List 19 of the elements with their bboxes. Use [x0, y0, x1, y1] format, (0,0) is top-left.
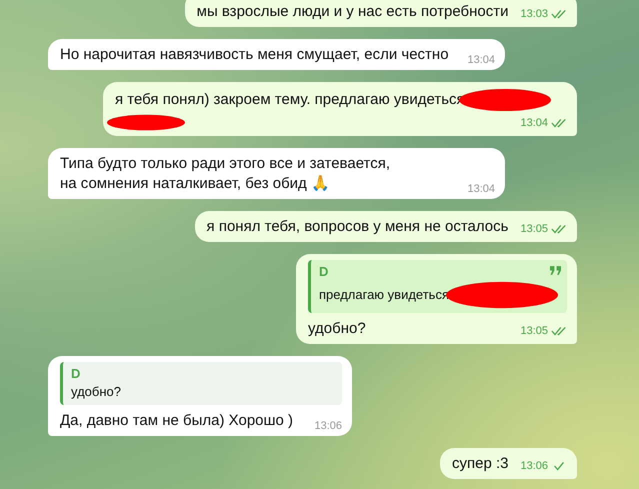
- message-text: Но нарочитая навязчивость меня смущает, если честно: [60, 46, 449, 63]
- message-text: я понял тебя, вопросов у меня не осталось: [206, 218, 508, 235]
- message-text: Типа будто только ради этого все и затевается, на сомнения наталкивает, без обид 🙏: [60, 155, 390, 192]
- message-time: 13:06: [314, 419, 342, 433]
- quote-author: D: [319, 263, 328, 281]
- quote-author: D: [71, 365, 80, 383]
- message-time: 13:04: [467, 182, 495, 196]
- message-time: 13:05: [520, 324, 548, 338]
- message-text: супер :3: [452, 455, 508, 472]
- message-text: мы взрослые люди и у нас есть потребности: [196, 3, 508, 20]
- message-text: удобно?: [308, 320, 366, 337]
- reply-quote[interactable]: D удобно?: [60, 362, 342, 405]
- message-time: 13:05: [520, 222, 548, 236]
- message-time: 13:06: [520, 459, 548, 473]
- message-time: 13:04: [467, 53, 495, 67]
- quote-text: удобно?: [71, 383, 121, 401]
- message-time: 13:04: [520, 116, 548, 130]
- message-time: 13:03: [520, 7, 548, 21]
- message-text: Да, давно там не была) Хорошо ): [60, 412, 294, 429]
